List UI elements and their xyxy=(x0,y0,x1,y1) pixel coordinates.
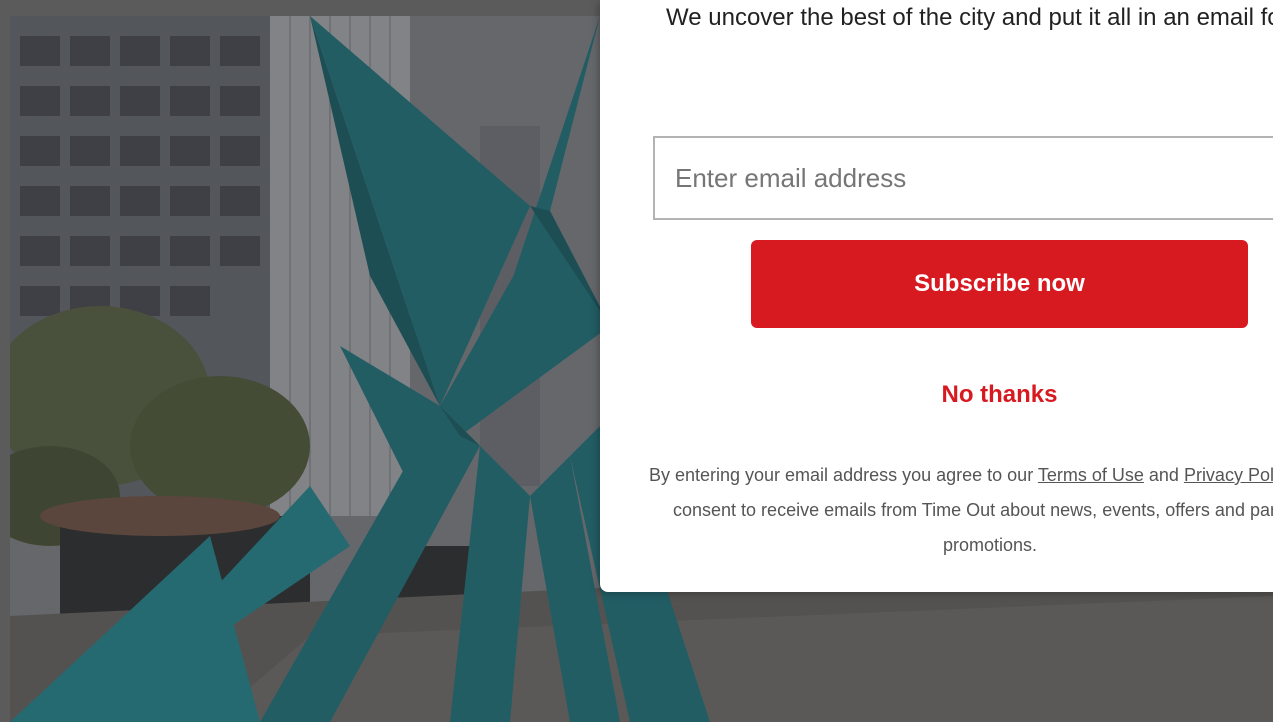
modal-heading: We uncover the best of the city and put … xyxy=(666,4,1273,31)
legal-text: By entering your email address you agree… xyxy=(640,458,1273,563)
newsletter-modal: We uncover the best of the city and put … xyxy=(600,0,1273,592)
terms-of-use-link[interactable]: Terms of Use xyxy=(1038,465,1144,485)
email-input[interactable] xyxy=(653,136,1273,220)
legal-prefix: By entering your email address you agree… xyxy=(648,465,1038,485)
no-thanks-button[interactable]: No thanks xyxy=(751,374,1248,416)
subscribe-button[interactable]: Subscribe now xyxy=(751,240,1248,328)
page: We uncover the best of the city and put … xyxy=(0,0,1273,722)
privacy-policy-link[interactable]: Privacy Policy xyxy=(1184,465,1273,485)
legal-conjunction: and xyxy=(1143,465,1184,485)
